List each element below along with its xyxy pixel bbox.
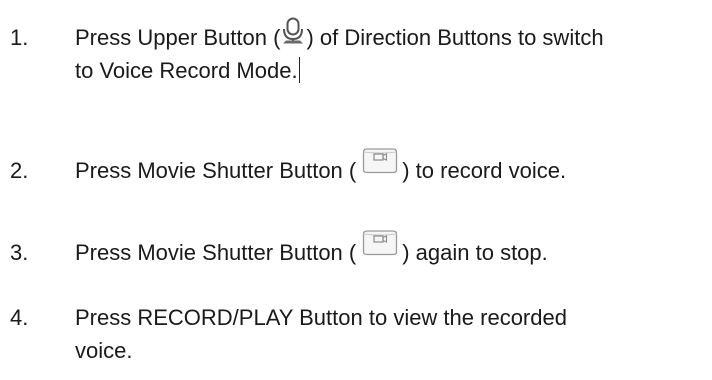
step-text: Press Movie Shutter Button ( ) again to … [75,230,705,269]
step-text-part: Press RECORD/PLAY Button to view the rec… [75,305,567,330]
step-text: Press Movie Shutter Button ( ) to record… [75,148,705,187]
step-text-part: Press Movie Shutter Button ( [75,158,357,183]
movie-shutter-icon [362,228,398,256]
movie-shutter-icon [362,146,398,174]
step-number: 3. [10,240,29,265]
text-cursor [298,57,300,83]
step-text-part: ) of Direction Buttons to switch [306,25,604,50]
step-text-part: to Voice Record Mode. [75,58,298,83]
step-number: 4. [10,305,29,330]
step-text-part: Press Upper Button ( [75,25,281,50]
step-text-part: voice. [75,338,133,363]
microphone-icon [281,17,305,45]
step-number: 1. [10,25,29,50]
step-number: 2. [10,158,29,183]
step-text: Press RECORD/PLAY Button to view the rec… [75,301,705,367]
step-text-part: Press Movie Shutter Button ( [75,240,357,265]
step-text-part: ) again to stop. [402,240,548,265]
step-text-part: ) to record voice. [402,158,567,183]
step-text: Press Upper Button ( ) of Direction Butt… [75,17,705,87]
